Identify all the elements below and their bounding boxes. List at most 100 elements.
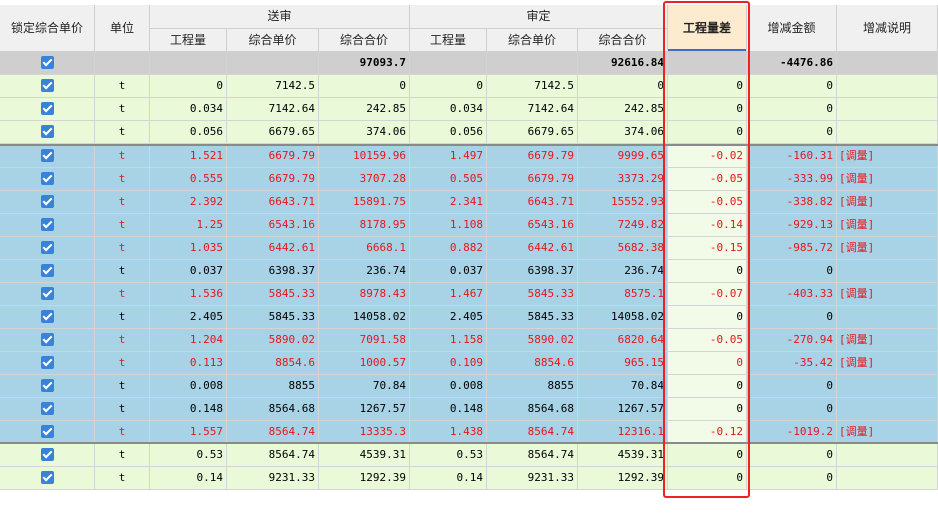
submitted-qty-cell[interactable]: 0.056 [150,121,227,144]
qty-diff-cell[interactable]: -0.05 [668,168,747,191]
lock-checkbox-cell[interactable] [0,214,95,237]
submitted-total-cell[interactable]: 1000.57 [319,352,410,375]
approved-unit-price-cell[interactable]: 6442.61 [487,237,578,260]
lock-checkbox-cell[interactable] [0,467,95,490]
change-note-cell[interactable]: [调量] [837,421,938,444]
submitted-qty-cell[interactable]: 0.555 [150,168,227,191]
approved-unit-price-cell[interactable]: 6643.71 [487,191,578,214]
qty-diff-cell[interactable] [668,52,747,75]
submitted-qty-cell[interactable]: 0.008 [150,375,227,398]
lock-checkbox-cell[interactable] [0,352,95,375]
approved-total-cell[interactable]: 14058.02 [578,306,668,329]
submitted-total-cell[interactable]: 7091.58 [319,329,410,352]
header-change-amount[interactable]: 增减金额 [747,5,837,52]
header-approved-total[interactable]: 综合合价 [578,29,668,52]
lock-checkbox[interactable] [40,332,54,346]
change-note-cell[interactable]: [调量] [837,329,938,352]
submitted-total-cell[interactable]: 1267.57 [319,398,410,421]
header-submitted-total[interactable]: 综合合价 [319,29,410,52]
submitted-unit-price-cell[interactable]: 7142.5 [227,75,319,98]
approved-qty-cell[interactable]: 1.158 [410,329,487,352]
approved-unit-price-cell[interactable]: 9231.33 [487,467,578,490]
approved-qty-cell[interactable]: 0.008 [410,375,487,398]
submitted-qty-cell[interactable]: 1.25 [150,214,227,237]
approved-qty-cell[interactable]: 0 [410,75,487,98]
submitted-qty-cell[interactable]: 1.557 [150,421,227,444]
submitted-qty-cell[interactable]: 1.521 [150,145,227,168]
change-amount-cell[interactable]: 0 [747,121,837,144]
unit-cell[interactable]: t [95,398,150,421]
qty-diff-cell[interactable]: -0.02 [668,145,747,168]
lock-checkbox-cell[interactable] [0,329,95,352]
lock-checkbox-cell[interactable] [0,444,95,467]
submitted-unit-price-cell[interactable]: 8564.74 [227,421,319,444]
submitted-qty-cell[interactable]: 0 [150,75,227,98]
approved-total-cell[interactable]: 374.06 [578,121,668,144]
submitted-total-cell[interactable]: 236.74 [319,260,410,283]
submitted-total-cell[interactable]: 8978.43 [319,283,410,306]
approved-total-cell[interactable]: 4539.31 [578,444,668,467]
submitted-unit-price-cell[interactable]: 6679.79 [227,168,319,191]
unit-cell[interactable]: t [95,375,150,398]
change-note-cell[interactable]: [调量] [837,283,938,306]
lock-checkbox-cell[interactable] [0,375,95,398]
lock-checkbox[interactable] [40,286,54,300]
lock-checkbox[interactable] [40,309,54,323]
change-note-cell[interactable] [837,98,938,121]
lock-checkbox-cell[interactable] [0,398,95,421]
header-approved-unit-price[interactable]: 综合单价 [487,29,578,52]
approved-total-cell[interactable]: 5682.38 [578,237,668,260]
approved-unit-price-cell[interactable]: 6679.79 [487,145,578,168]
unit-cell[interactable]: t [95,214,150,237]
submitted-qty-cell[interactable]: 1.204 [150,329,227,352]
header-unit[interactable]: 单位 [95,5,150,52]
unit-cell[interactable]: t [95,283,150,306]
header-change-note[interactable]: 增减说明 [837,5,938,52]
approved-unit-price-cell[interactable]: 6543.16 [487,214,578,237]
qty-diff-cell[interactable]: -0.15 [668,237,747,260]
approved-qty-cell[interactable]: 2.405 [410,306,487,329]
qty-diff-cell[interactable]: -0.14 [668,214,747,237]
approved-total-cell[interactable]: 1267.57 [578,398,668,421]
lock-checkbox-cell[interactable] [0,191,95,214]
approved-qty-cell[interactable]: 1.108 [410,214,487,237]
approved-total-cell[interactable]: 236.74 [578,260,668,283]
qty-diff-cell[interactable]: 0 [668,121,747,144]
approved-qty-cell[interactable]: 0.14 [410,467,487,490]
submitted-total-cell[interactable]: 3707.28 [319,168,410,191]
approved-total-cell[interactable]: 12316.1 [578,421,668,444]
change-amount-cell[interactable]: 0 [747,260,837,283]
approved-unit-price-cell[interactable]: 5890.02 [487,329,578,352]
approved-total-cell[interactable]: 8575.1 [578,283,668,306]
approved-unit-price-cell[interactable]: 7142.5 [487,75,578,98]
submitted-unit-price-cell[interactable]: 8564.74 [227,444,319,467]
change-note-cell[interactable]: [调量] [837,168,938,191]
change-note-cell[interactable] [837,375,938,398]
change-amount-cell[interactable]: -270.94 [747,329,837,352]
change-note-cell[interactable] [837,75,938,98]
qty-diff-cell[interactable]: 0 [668,306,747,329]
lock-checkbox[interactable] [40,194,54,208]
approved-total-cell[interactable]: 3373.29 [578,168,668,191]
submitted-qty-cell[interactable]: 1.035 [150,237,227,260]
change-note-cell[interactable]: [调量] [837,237,938,260]
submitted-qty-cell[interactable]: 2.392 [150,191,227,214]
lock-checkbox-cell[interactable] [0,145,95,168]
lock-checkbox-cell[interactable] [0,237,95,260]
change-note-cell[interactable] [837,467,938,490]
change-note-cell[interactable]: [调量] [837,145,938,168]
qty-diff-cell[interactable]: -0.05 [668,329,747,352]
approved-total-cell[interactable]: 9999.65 [578,145,668,168]
submitted-total-cell[interactable]: 13335.3 [319,421,410,444]
approved-unit-price-cell[interactable]: 6398.37 [487,260,578,283]
change-note-cell[interactable] [837,260,938,283]
submitted-unit-price-cell[interactable]: 8564.68 [227,398,319,421]
approved-total-cell[interactable]: 965.15 [578,352,668,375]
submitted-unit-price-cell[interactable]: 6679.65 [227,121,319,144]
lock-checkbox-cell[interactable] [0,260,95,283]
change-amount-cell[interactable]: -333.99 [747,168,837,191]
submitted-qty-cell[interactable]: 0.14 [150,467,227,490]
change-amount-cell[interactable]: 0 [747,398,837,421]
change-note-cell[interactable]: [调量] [837,352,938,375]
approved-total-cell[interactable]: 1292.39 [578,467,668,490]
